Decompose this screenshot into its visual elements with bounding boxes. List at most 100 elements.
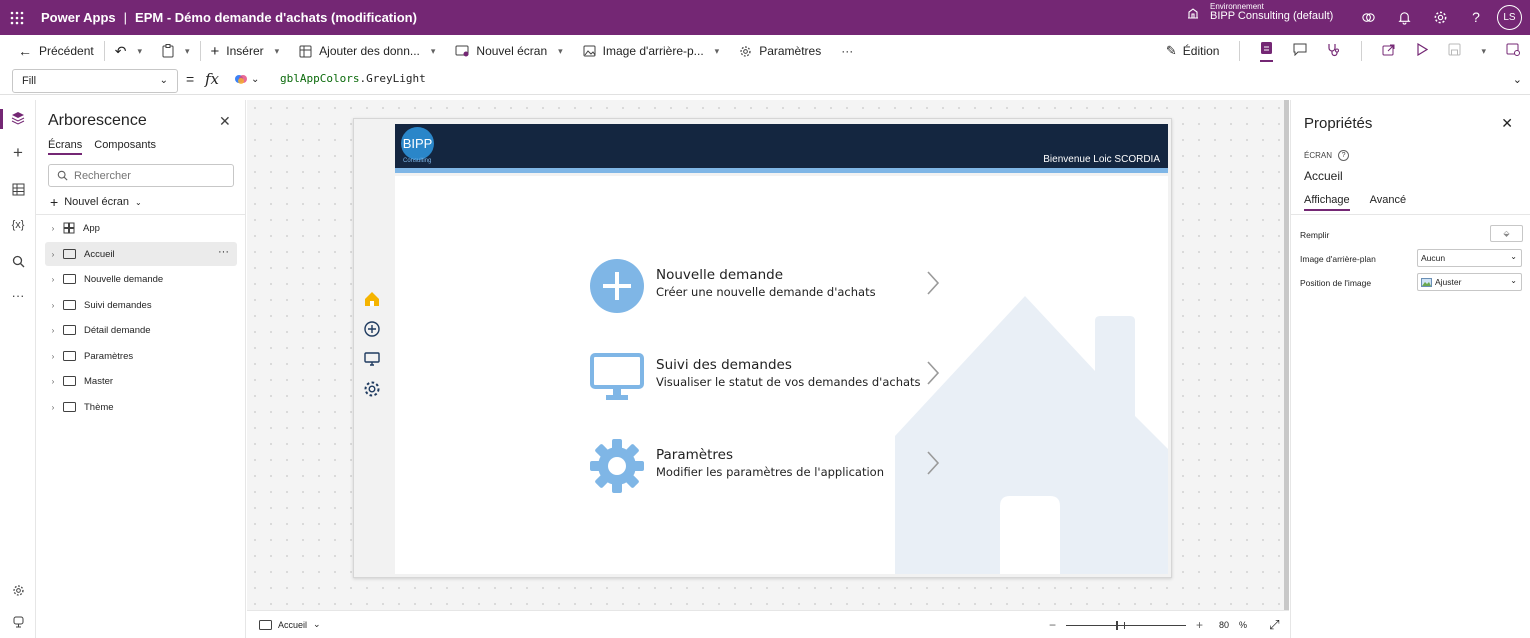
app-launcher-icon[interactable] [0, 0, 34, 35]
undo-icon: ↶ [114, 42, 127, 59]
gear-icon[interactable] [362, 379, 382, 399]
chevron-right-icon[interactable]: › [45, 224, 61, 233]
health-check-icon[interactable] [1327, 43, 1341, 60]
add-data-button[interactable]: Ajouter des donn... ▾ [289, 35, 445, 67]
tree-item-suivi-demandes[interactable]: › Suivi demandes [45, 293, 237, 317]
chevron-down-icon[interactable]: ▾ [1481, 46, 1486, 57]
tree-item-accueil[interactable]: › Accueil ··· [45, 242, 237, 266]
chevron-down-icon[interactable]: ▾ [185, 46, 190, 57]
comments-icon[interactable] [1293, 43, 1307, 59]
add-circle-icon[interactable] [362, 319, 382, 339]
chevron-down-icon[interactable]: ▾ [137, 46, 142, 57]
variables-icon[interactable]: {x} [9, 216, 27, 234]
chevron-right-icon [927, 271, 940, 295]
more-options-icon[interactable]: ··· [218, 246, 229, 258]
expand-formula-icon[interactable]: ⌄ [1513, 73, 1522, 86]
more-commands-button[interactable]: ··· [831, 35, 863, 67]
formula-input[interactable]: gblAppColors.GreyLight [280, 72, 426, 85]
canvas-scrollbar[interactable] [1284, 100, 1289, 610]
tab-advanced[interactable]: Avancé [1370, 194, 1407, 211]
chevron-right-icon[interactable]: › [45, 301, 61, 310]
menu-item-new-request[interactable]: Nouvelle demande Créer une nouvelle dema… [590, 256, 950, 316]
screen-selector[interactable]: Accueil ⌄ [259, 619, 321, 630]
tree-item-parametres[interactable]: › Paramètres [45, 344, 237, 368]
menu-item-subtitle: Visualiser le statut de vos demandes d'a… [656, 375, 921, 389]
chevron-right-icon[interactable]: › [45, 377, 61, 386]
header-accent-line [395, 168, 1168, 173]
zoom-slider-thumb[interactable] [1116, 620, 1119, 630]
insert-icon[interactable]: + [9, 143, 27, 162]
tree-item-detail-demande[interactable]: › Détail demande [45, 318, 237, 342]
tree-item-theme[interactable]: › Thème [45, 395, 237, 419]
tree-item-app[interactable]: › App [45, 216, 237, 240]
new-screen-button[interactable]: Nouvel écran ▾ [445, 35, 572, 67]
app-screen-preview[interactable]: BIPP Consulting Bienvenue Loic SCORDIA N… [353, 118, 1172, 578]
zoom-slider[interactable] [1066, 620, 1187, 630]
chevron-right-icon[interactable]: › [45, 250, 61, 259]
edit-mode-button[interactable]: ✎ Édition [1166, 43, 1220, 59]
tree-view-panel: Arborescence ✕ Écrans Composants + Nouve… [36, 100, 246, 638]
chevron-right-icon[interactable]: › [45, 403, 61, 412]
help-icon[interactable]: ? [1338, 150, 1350, 161]
chevron-right-icon[interactable]: › [45, 326, 61, 335]
publish-icon[interactable] [1506, 43, 1520, 59]
property-value: Fill [22, 75, 37, 87]
background-image-dropdown[interactable]: Aucun ⌄ [1417, 249, 1522, 267]
more-icon[interactable]: ··· [9, 286, 27, 304]
monitor-icon[interactable] [362, 349, 382, 369]
settings-icon[interactable] [1430, 7, 1450, 27]
current-screen-label: Accueil [278, 619, 308, 630]
tab-components[interactable]: Composants [94, 139, 156, 155]
search-icon [57, 170, 68, 181]
chevron-right-icon[interactable]: › [45, 352, 61, 361]
search-input[interactable] [74, 169, 224, 182]
chevron-right-icon[interactable]: › [45, 275, 61, 284]
preview-play-icon[interactable] [1416, 42, 1429, 59]
home-icon[interactable] [362, 289, 382, 309]
image-position-dropdown[interactable]: Ajuster ⌄ [1417, 273, 1522, 291]
menu-item-track-requests[interactable]: Suivi des demandes Visualiser le statut … [590, 346, 950, 406]
virtual-agent-icon[interactable] [9, 613, 27, 631]
settings-button[interactable]: Paramètres [729, 35, 831, 67]
fit-to-window-icon[interactable]: ⤢ [1269, 617, 1279, 633]
paste-button[interactable]: ▾ [152, 35, 200, 67]
menu-item-settings[interactable]: Paramètres Modifier les paramètres de l'… [590, 436, 950, 496]
tree-view-icon[interactable] [9, 109, 27, 127]
share-icon[interactable] [1382, 43, 1396, 59]
tab-screens[interactable]: Écrans [48, 139, 83, 155]
app-body: Nouvelle demande Créer une nouvelle dema… [395, 176, 1168, 574]
data-icon[interactable] [9, 180, 27, 198]
tree-item-nouvelle-demande[interactable]: › Nouvelle demande [45, 267, 237, 291]
copilot-icon[interactable] [1358, 7, 1378, 27]
search-icon[interactable] [9, 252, 27, 270]
property-dropdown[interactable]: Fill ⌄ [12, 69, 178, 93]
insert-button[interactable]: + Insérer ▾ [201, 35, 290, 67]
save-icon[interactable] [1448, 43, 1461, 59]
settings-icon[interactable] [9, 581, 27, 599]
close-icon[interactable]: ✕ [1501, 115, 1513, 132]
zoom-in-button[interactable]: + [1196, 618, 1203, 632]
notifications-icon[interactable] [1394, 7, 1414, 27]
environment-picker[interactable]: Environnement BIPP Consulting (default) [1186, 2, 1333, 23]
new-screen-button[interactable]: + Nouvel écran ⌄ [50, 194, 142, 210]
database-icon [299, 45, 312, 57]
fill-color-picker[interactable]: ⬙ [1490, 225, 1523, 242]
tree-item-master[interactable]: › Master [45, 369, 237, 393]
chevron-down-icon: ⌄ [135, 197, 142, 207]
tab-display[interactable]: Affichage [1304, 194, 1350, 211]
copilot-formula-button[interactable]: ⌄ [234, 72, 259, 86]
tree-item-label: Suivi demandes [84, 299, 152, 311]
undo-button[interactable]: ↶ ▾ [105, 35, 152, 67]
app-name[interactable]: Power Apps [41, 10, 116, 25]
image-icon [1421, 277, 1432, 287]
close-icon[interactable]: ✕ [219, 113, 231, 130]
app-checker-icon[interactable] [1260, 41, 1274, 62]
document-title: EPM - Démo demande d'achats (modificatio… [135, 10, 417, 25]
chevron-right-icon [927, 361, 940, 385]
zoom-out-button[interactable]: − [1049, 618, 1056, 632]
image-icon [583, 45, 596, 57]
back-button[interactable]: ← Précédent [0, 35, 104, 67]
user-avatar[interactable]: LS [1497, 5, 1522, 30]
background-image-button[interactable]: Image d'arrière-p... ▾ [573, 35, 730, 67]
help-icon[interactable]: ? [1466, 7, 1486, 27]
